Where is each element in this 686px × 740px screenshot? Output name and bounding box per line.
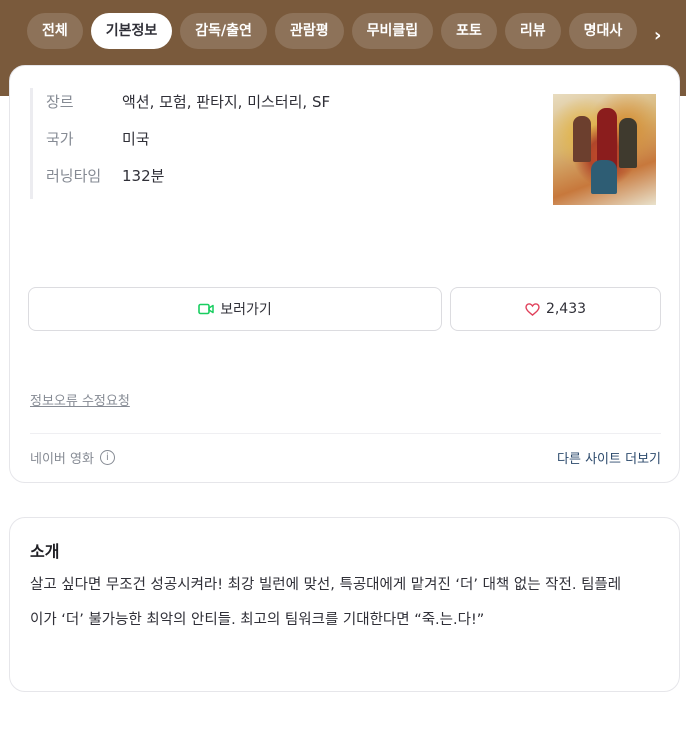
info-icon[interactable]: i bbox=[99, 450, 115, 465]
tab-all[interactable]: 전체 bbox=[27, 13, 83, 49]
tab-movie-clips[interactable]: 무비클립 bbox=[351, 13, 434, 49]
country-value: 미국 bbox=[122, 130, 150, 148]
source-text: 네이버 영화 bbox=[30, 452, 94, 467]
country-row: 국가 미국 bbox=[46, 125, 330, 162]
tab-basic-info[interactable]: 기본정보 bbox=[90, 13, 173, 49]
runtime-value: 132분 bbox=[122, 167, 165, 185]
genre-label: 장르 bbox=[46, 93, 74, 111]
more-sites-link[interactable]: 다른 사이트 더보기 bbox=[557, 448, 661, 467]
intro-text: 살고 싶다면 무조건 성공시켜라! 최강 빌런에 맞선, 특공대에게 맡겨진 ‘… bbox=[30, 577, 622, 628]
chevron-right-icon[interactable]: › bbox=[654, 27, 666, 45]
tab-director-cast[interactable]: 감독/출연 bbox=[180, 13, 267, 49]
intro-card: 소개 살고 싶다면 무조건 성공시켜라! 최강 빌런에 맞선, 특공대에게 맡겨… bbox=[9, 517, 680, 692]
info-list: 장르 액션, 모험, 판타지, 미스터리, SF 국가 미국 러닝타임 132분 bbox=[30, 88, 330, 199]
basic-info-card: 장르 액션, 모험, 판타지, 미스터리, SF 국가 미국 러닝타임 132분 보러… bbox=[9, 65, 680, 483]
tab-photos[interactable]: 포토 bbox=[441, 13, 497, 49]
tab-quotes[interactable]: 명대사 bbox=[568, 13, 638, 49]
watch-button-label: 보러가기 bbox=[220, 302, 272, 318]
source-label: 네이버 영화 i bbox=[30, 448, 115, 467]
genre-row: 장르 액션, 모험, 판타지, 미스터리, SF bbox=[46, 88, 330, 125]
tab-reviews-rating[interactable]: 관람평 bbox=[274, 13, 344, 49]
heart-icon bbox=[525, 302, 540, 316]
runtime-label: 러닝타임 bbox=[46, 167, 102, 185]
like-button[interactable]: 2,433 bbox=[450, 287, 661, 331]
country-label: 국가 bbox=[46, 130, 74, 148]
tab-list: 전체 기본정보 감독/출연 관람평 무비클립 포토 리뷰 명대사 bbox=[27, 13, 647, 49]
intro-title: 소개 bbox=[30, 542, 60, 561]
movie-poster[interactable] bbox=[553, 94, 656, 205]
genre-value: 액션, 모험, 판타지, 미스터리, SF bbox=[122, 93, 331, 111]
report-error-link[interactable]: 정보오류 수정요청 bbox=[30, 390, 130, 409]
runtime-row: 러닝타임 132분 bbox=[46, 162, 330, 199]
watch-button[interactable]: 보러가기 bbox=[28, 287, 442, 331]
like-count: 2,433 bbox=[545, 301, 587, 317]
video-camera-icon bbox=[198, 303, 214, 315]
divider bbox=[30, 433, 661, 434]
tab-review[interactable]: 리뷰 bbox=[504, 13, 561, 49]
